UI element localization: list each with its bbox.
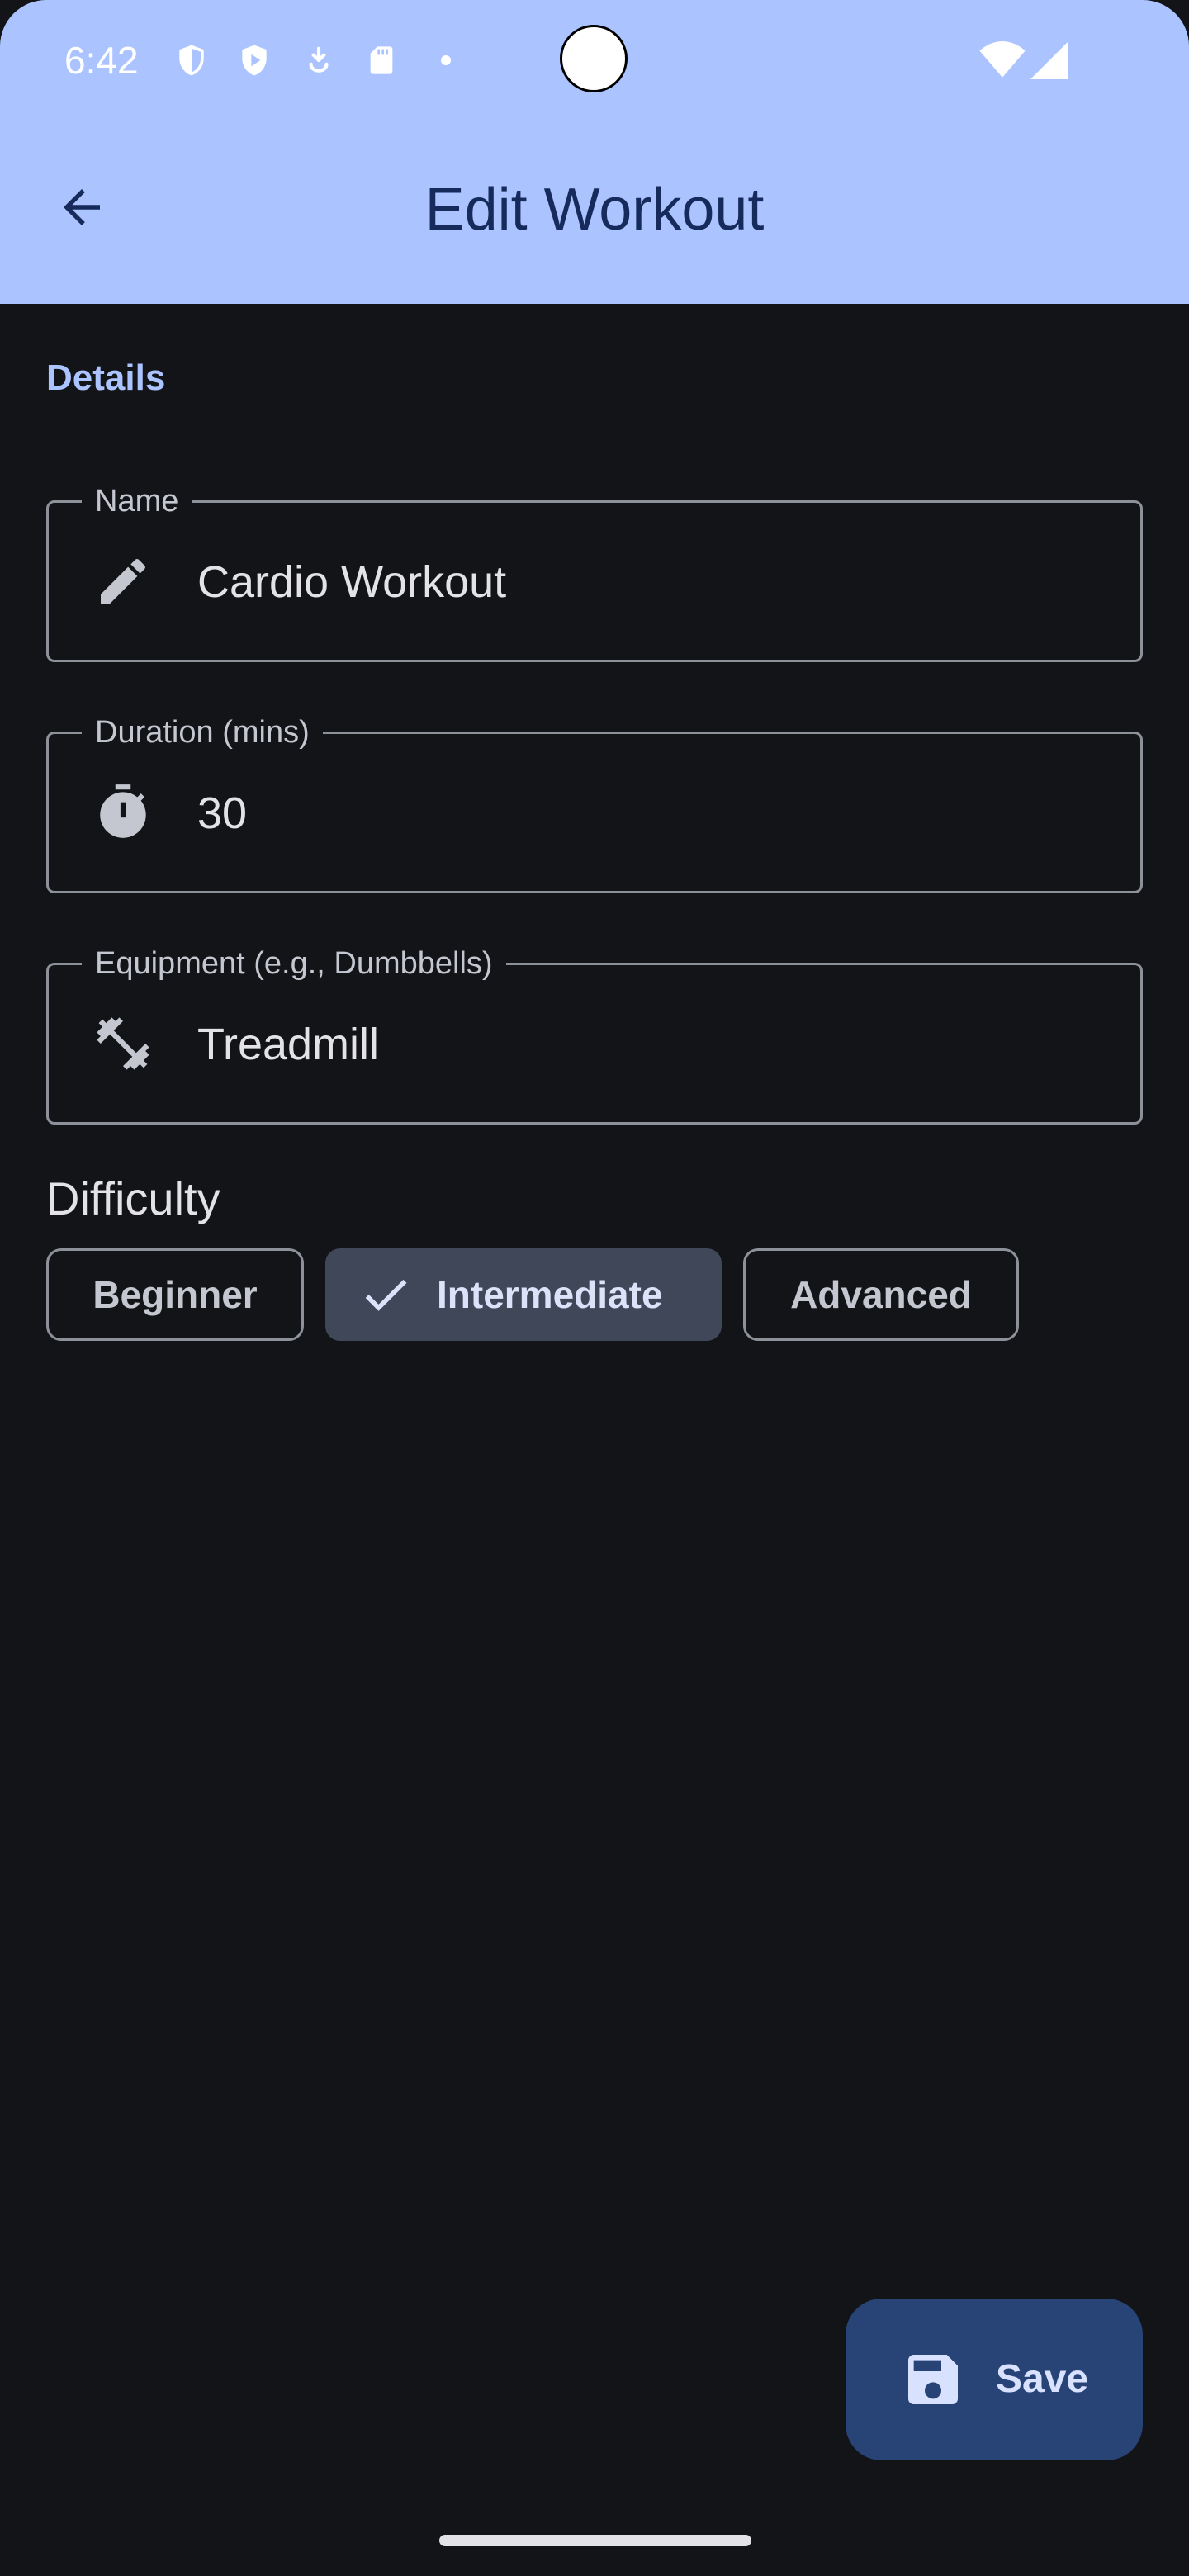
chip-beginner[interactable]: Beginner bbox=[46, 1248, 304, 1341]
page-title: Edit Workout bbox=[424, 177, 765, 243]
vpn-shield-icon bbox=[170, 36, 213, 84]
section-label-details: Details bbox=[46, 358, 166, 398]
name-field-label: Name bbox=[82, 480, 192, 523]
equipment-field[interactable]: Equipment (e.g., Dumbbells) bbox=[46, 942, 1143, 1125]
status-time: 6:42 bbox=[64, 39, 139, 82]
sd-card-icon bbox=[360, 36, 403, 84]
chip-intermediate[interactable]: Intermediate bbox=[325, 1248, 722, 1341]
chip-beginner-label: Beginner bbox=[92, 1273, 258, 1316]
check-icon bbox=[358, 1267, 414, 1323]
home-indicator[interactable] bbox=[439, 2535, 751, 2546]
equipment-field-label: Equipment (e.g., Dumbbells) bbox=[82, 942, 506, 985]
equipment-input[interactable] bbox=[197, 1005, 1106, 1084]
camera-cutout bbox=[560, 25, 628, 92]
chip-advanced[interactable]: Advanced bbox=[743, 1248, 1019, 1341]
name-input[interactable] bbox=[197, 542, 1106, 622]
save-button-label: Save bbox=[996, 2357, 1089, 2401]
duration-field-label: Duration (mins) bbox=[82, 711, 323, 754]
screen: 6:42 Edit Workout Details Name Cardio Wo… bbox=[0, 0, 1189, 2576]
signal-icon bbox=[1029, 36, 1070, 84]
stopwatch-icon bbox=[83, 773, 163, 852]
save-icon bbox=[895, 2342, 971, 2417]
chip-advanced-label: Advanced bbox=[790, 1273, 972, 1316]
duration-input[interactable] bbox=[197, 774, 1106, 853]
difficulty-title: Difficulty bbox=[46, 1172, 220, 1224]
chip-intermediate-label: Intermediate bbox=[437, 1273, 663, 1316]
pencil-icon bbox=[83, 542, 163, 621]
save-button[interactable]: Save bbox=[846, 2299, 1143, 2460]
name-field[interactable]: Name bbox=[46, 480, 1143, 662]
dot-icon bbox=[424, 36, 467, 84]
download-icon bbox=[297, 36, 340, 84]
duration-field[interactable]: Duration (mins) bbox=[46, 711, 1143, 893]
app-header: 6:42 Edit Workout bbox=[0, 0, 1189, 304]
play-protect-icon bbox=[233, 36, 276, 84]
wifi-icon bbox=[978, 36, 1027, 84]
dumbbell-icon bbox=[83, 1004, 163, 1083]
